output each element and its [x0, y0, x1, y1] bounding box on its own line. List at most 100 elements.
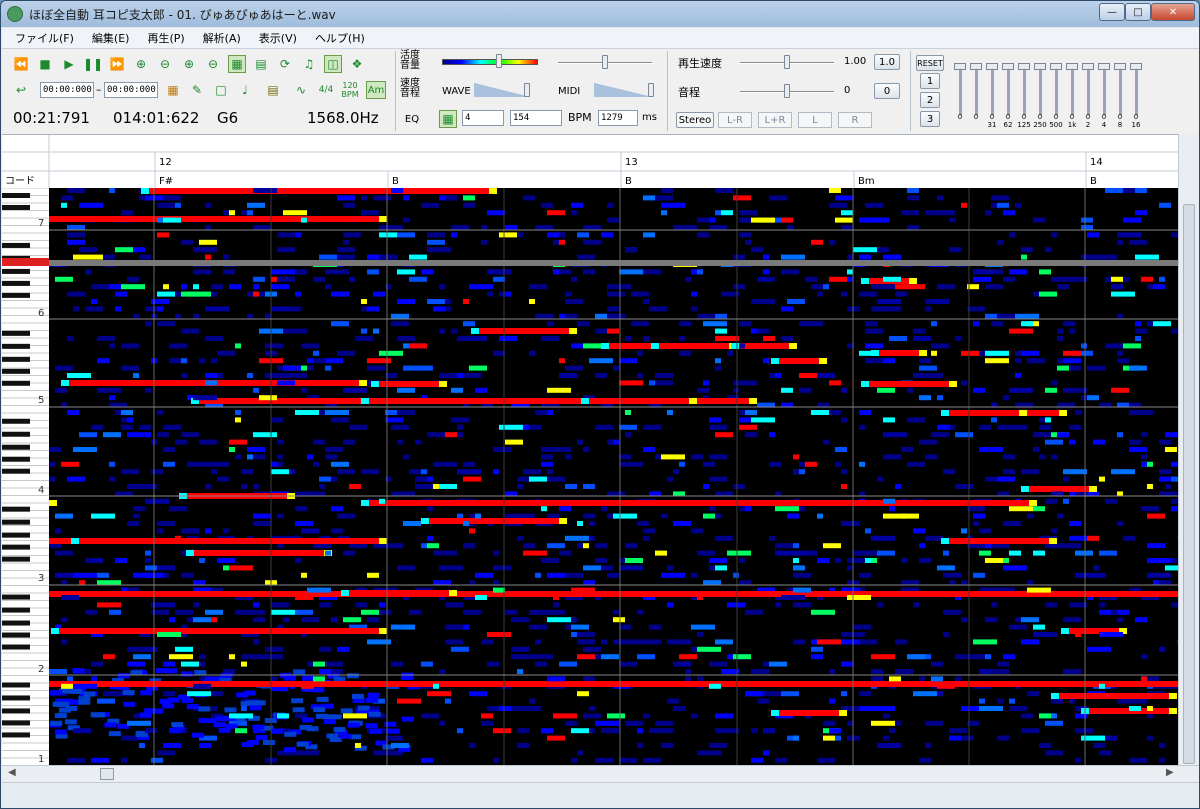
menu-item[interactable]: 編集(E)	[83, 30, 139, 46]
stop-icon[interactable]: ■	[36, 55, 54, 73]
black-key[interactable]	[2, 193, 30, 198]
beat-grid-icon[interactable]: ▦	[439, 110, 457, 128]
eq-band-slider[interactable]: 0	[969, 51, 983, 131]
black-key[interactable]	[2, 594, 30, 600]
black-key[interactable]	[2, 506, 30, 512]
eq-band-slider[interactable]: 0 1k	[1065, 51, 1079, 131]
menu-item[interactable]: 再生(P)	[138, 30, 193, 46]
timeline-ruler[interactable]: コード 12 13 14 F# B B Bm B	[2, 134, 1178, 189]
eq-reset-button[interactable]: RESET	[916, 55, 944, 71]
black-key[interactable]	[2, 682, 30, 688]
horizontal-scrollbar[interactable]: ◀ ▶	[2, 765, 1199, 782]
black-key[interactable]	[2, 330, 30, 336]
scroll-right-icon[interactable]: ▶	[1166, 767, 1174, 778]
bpm-field[interactable]: 154	[510, 110, 562, 126]
black-key[interactable]	[2, 556, 30, 562]
black-key[interactable]	[2, 242, 30, 248]
eq-band-slider[interactable]: 0	[953, 51, 967, 131]
black-key[interactable]	[2, 431, 30, 437]
vertical-scrollbar[interactable]	[1178, 134, 1199, 765]
channel-right-button[interactable]: R	[838, 112, 872, 128]
piano-keyboard[interactable]: 7654321	[2, 188, 49, 765]
black-key[interactable]	[2, 695, 30, 701]
eq-band-slider[interactable]: 0 62	[1001, 51, 1015, 131]
metronome-icon[interactable]: ♫	[300, 55, 318, 73]
menu-item[interactable]: 解析(A)	[194, 30, 250, 46]
curve-icon[interactable]: ∿	[292, 81, 310, 99]
spectrogram-view[interactable]	[49, 188, 1178, 765]
black-key[interactable]	[2, 418, 30, 424]
black-key[interactable]	[2, 620, 30, 626]
speed-slider-thumb[interactable]	[784, 55, 790, 69]
speed-reset-button[interactable]: 1.0	[874, 54, 900, 70]
volume-slider-thumb[interactable]	[602, 55, 608, 69]
keyboard-icon[interactable]: ▤	[264, 81, 282, 99]
pitch-slider-thumb[interactable]	[784, 84, 790, 98]
eq-band-slider[interactable]: 08	[1113, 51, 1127, 131]
channel-lr-diff-button[interactable]: L-R	[718, 112, 752, 128]
eq-knob[interactable]	[1114, 63, 1126, 70]
black-key[interactable]	[2, 280, 30, 286]
play-icon[interactable]: ▶	[60, 55, 78, 73]
piano-roll-icon[interactable]: ◫	[324, 55, 342, 73]
eq-knob[interactable]	[954, 63, 966, 70]
zoom-out-v-icon[interactable]: ⊖	[204, 55, 222, 73]
black-key[interactable]	[2, 268, 30, 274]
black-key[interactable]	[2, 532, 30, 538]
eq-knob[interactable]	[1018, 63, 1030, 70]
pause-icon[interactable]: ❚❚	[83, 55, 103, 73]
bpm-button[interactable]: 120 BPM	[340, 79, 360, 101]
eq-preset-3-button[interactable]: 3	[920, 111, 940, 127]
beats-field[interactable]: 4	[462, 110, 504, 126]
eq-band-slider[interactable]: 04	[1097, 51, 1111, 131]
repeat-icon[interactable]: ↩	[12, 81, 30, 99]
minimize-button[interactable]: —	[1099, 3, 1125, 21]
fast-forward-icon[interactable]: ⏩	[108, 55, 126, 73]
eq-button[interactable]: EQ	[401, 111, 423, 127]
black-key[interactable]	[2, 343, 30, 349]
black-key[interactable]	[2, 444, 30, 450]
pitch-reset-button[interactable]: 0	[874, 83, 900, 99]
black-key[interactable]	[2, 380, 30, 386]
black-key[interactable]	[2, 356, 30, 362]
eq-knob[interactable]	[1130, 63, 1142, 70]
eq-knob[interactable]	[1002, 63, 1014, 70]
wave-volume-thumb[interactable]	[524, 83, 530, 97]
eq-knob[interactable]	[1082, 63, 1094, 70]
black-key[interactable]	[2, 544, 30, 550]
meter-button[interactable]: 4/4	[316, 81, 336, 99]
eq-preset-1-button[interactable]: 1	[920, 73, 940, 89]
black-key[interactable]	[2, 519, 30, 525]
menu-item[interactable]: 表示(V)	[250, 30, 306, 46]
eq-knob[interactable]	[1034, 63, 1046, 70]
close-button[interactable]: ✕	[1151, 3, 1195, 21]
zoom-in-v-icon[interactable]: ⊕	[180, 55, 198, 73]
eq-knob[interactable]	[986, 63, 998, 70]
wave-view-icon[interactable]: ▤	[252, 55, 270, 73]
black-key[interactable]	[2, 456, 30, 462]
maximize-button[interactable]: □	[1125, 3, 1151, 21]
scroll-left-icon[interactable]: ◀	[8, 767, 16, 778]
black-key[interactable]	[2, 720, 30, 726]
zoom-in-h-icon[interactable]: ⊕	[132, 55, 150, 73]
channel-lr-sum-button[interactable]: L+R	[758, 112, 792, 128]
vertical-scroll-thumb[interactable]	[1183, 204, 1195, 764]
black-key[interactable]	[2, 644, 30, 650]
menu-item[interactable]: ファイル(F)	[6, 30, 83, 46]
black-key[interactable]	[2, 708, 30, 714]
eq-knob[interactable]	[1098, 63, 1110, 70]
color-gradient-thumb[interactable]	[496, 54, 502, 68]
spectrum-view-icon[interactable]: ▦	[228, 55, 246, 73]
black-key[interactable]	[2, 468, 30, 474]
loop-icon[interactable]: ⟳	[276, 55, 294, 73]
black-key[interactable]	[2, 607, 30, 613]
zoom-out-h-icon[interactable]: ⊖	[156, 55, 174, 73]
horizontal-scroll-thumb[interactable]	[100, 768, 114, 780]
eq-knob[interactable]	[1050, 63, 1062, 70]
eq-knob[interactable]	[970, 63, 982, 70]
eq-band-slider[interactable]: 0 125	[1017, 51, 1031, 131]
black-key[interactable]	[2, 732, 30, 738]
black-key[interactable]	[2, 204, 30, 210]
rewind-icon[interactable]: ⏪	[12, 55, 30, 73]
eq-band-slider[interactable]: 0 250	[1033, 51, 1047, 131]
